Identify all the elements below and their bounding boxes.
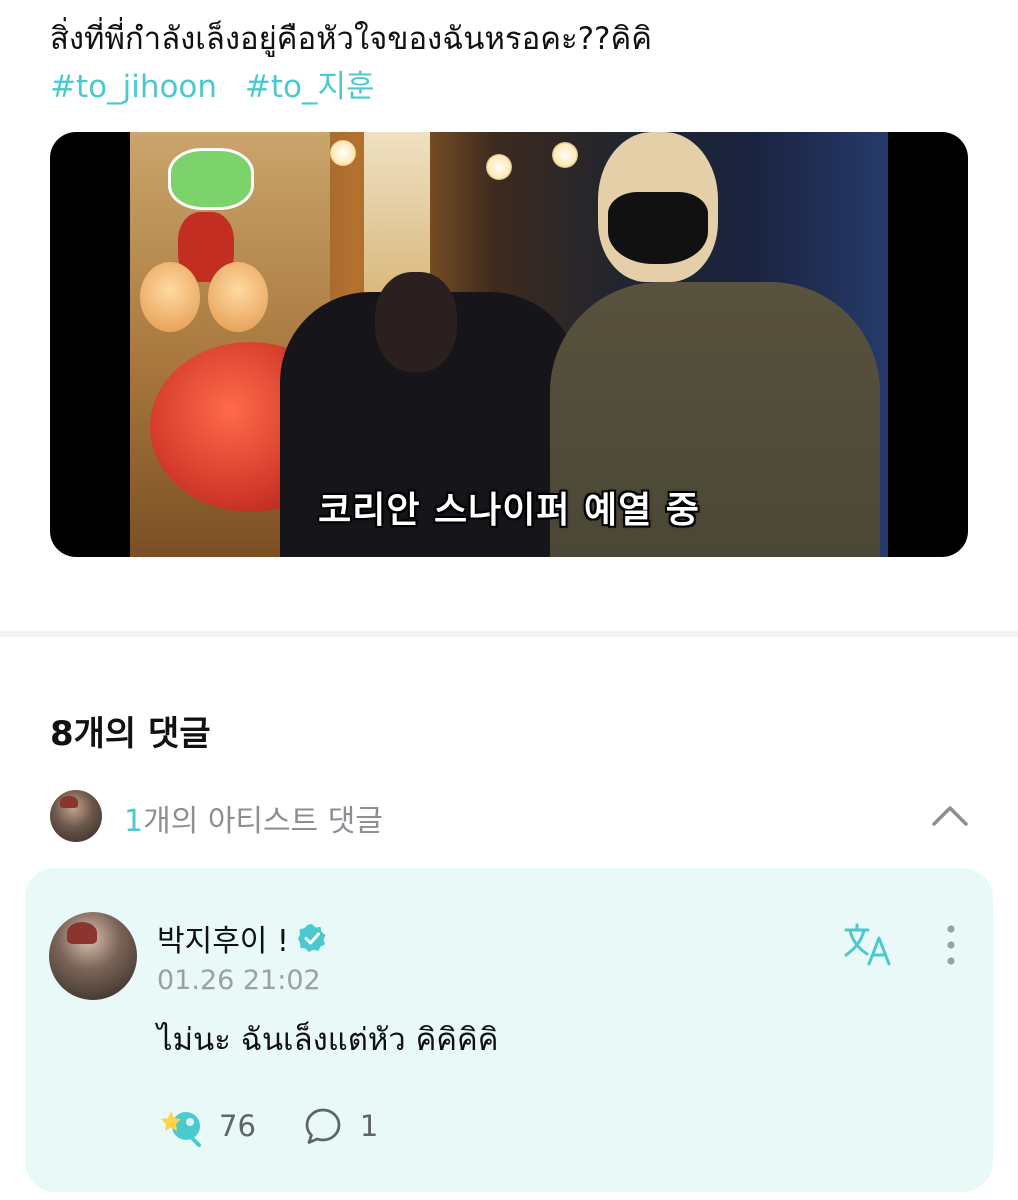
ceiling-lamp <box>486 154 512 180</box>
like-count: 76 <box>219 1109 256 1143</box>
comment-author-avatar[interactable] <box>49 912 137 1000</box>
hyottoko-mask <box>208 262 268 332</box>
artist-avatar <box>50 790 102 842</box>
avatar-hat <box>67 922 97 944</box>
avatar-hat <box>60 796 78 808</box>
comment-count-heading: 8개의 댓글 <box>50 714 211 754</box>
reply-count: 1 <box>359 1109 379 1143</box>
post-text: สิ่งที่พี่กำลังเล็งอยู่คือหัวใจของฉันหรอ… <box>50 21 652 57</box>
ceiling-lamp <box>552 142 578 168</box>
more-options-icon[interactable] <box>941 924 961 966</box>
comment-author-name: 박지후이 ! <box>157 924 289 959</box>
like-icon[interactable] <box>159 1105 203 1147</box>
artist-comments-toggle[interactable]: 1개의 아티스트 댓글 <box>50 790 970 842</box>
video-player[interactable]: 코리안 스나이퍼 예열 중 <box>50 132 968 557</box>
hashtag-to-jihoon-korean[interactable]: #to_지훈 <box>245 69 375 105</box>
hashtag-list: #to_jihoon #to_지훈 <box>50 64 393 110</box>
artist-comment-card: 박지후이 ! 01.26 21:02 ไม่นะ ฉันเล็งแต่หัว ค… <box>25 868 993 1192</box>
comment-timestamp: 01.26 21:02 <box>157 965 321 996</box>
artist-comments-text: 개의 아티스트 댓글 <box>143 804 383 839</box>
chevron-up-icon[interactable] <box>930 796 970 836</box>
face-mask <box>608 192 708 264</box>
comment-body: ไม่นะ ฉันเล็งแต่หัว คิคิคิคิ <box>157 1022 499 1058</box>
reply-icon[interactable] <box>304 1107 342 1145</box>
show-logo <box>168 148 254 210</box>
verified-badge-icon <box>297 924 326 952</box>
comment-author[interactable]: 박지후이 ! <box>157 916 327 960</box>
ceiling-lamp <box>330 140 356 166</box>
artist-comment-count: 1 <box>124 804 144 839</box>
hashtag-to-jihoon[interactable]: #to_jihoon <box>50 69 217 105</box>
translate-icon[interactable] <box>843 922 895 968</box>
video-subtitle: 코리안 스나이퍼 예열 중 <box>318 490 700 531</box>
section-divider <box>0 631 1018 637</box>
comment-reactions: 76 1 <box>159 1104 378 1148</box>
okame-mask <box>140 262 200 332</box>
artist-comments-label: 1개의 아티스트 댓글 <box>124 796 383 840</box>
person-aiming-head <box>375 272 457 372</box>
